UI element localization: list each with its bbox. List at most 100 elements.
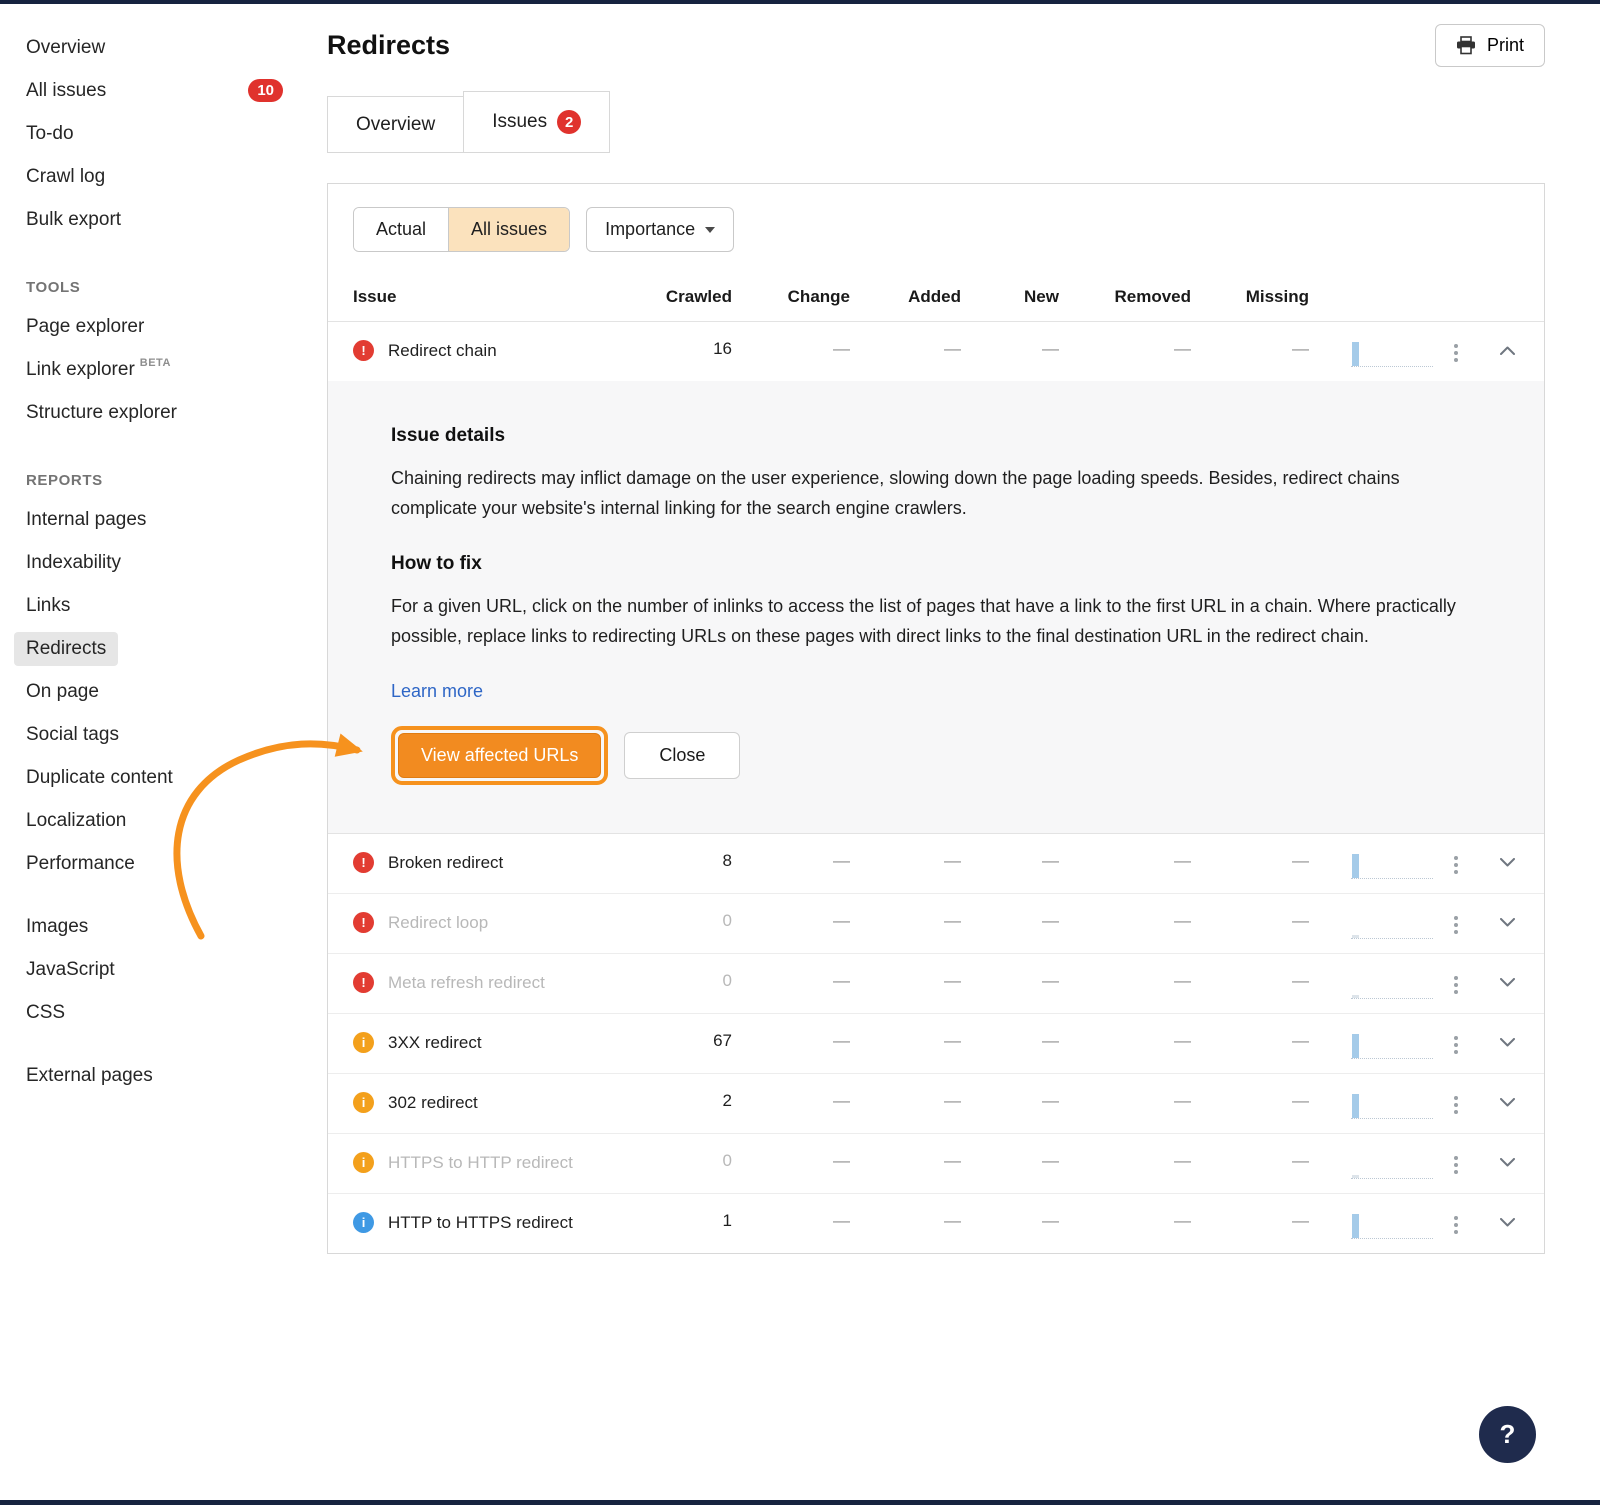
sidebar-item-link-explorer[interactable]: Link explorer BETA	[0, 348, 315, 391]
sidebar-item-todo[interactable]: To-do	[0, 112, 315, 155]
sidebar-item-redirects[interactable]: Redirects	[0, 627, 315, 670]
col-change: Change	[732, 287, 850, 307]
expand-chevron-icon[interactable]	[1479, 1091, 1519, 1107]
issue-name[interactable]: Redirect chain	[388, 339, 497, 362]
error-icon: !	[353, 912, 374, 933]
sidebar-item-bulk-export[interactable]: Bulk export	[0, 198, 315, 241]
added-value: —	[850, 911, 961, 931]
row-menu-button[interactable]	[1433, 1091, 1479, 1100]
expand-chevron-icon[interactable]	[1479, 851, 1519, 867]
table-header: Issue Crawled Change Added New Removed M…	[328, 273, 1544, 322]
row-menu-button[interactable]	[1433, 1151, 1479, 1160]
missing-value: —	[1191, 1031, 1309, 1051]
beta-tag: BETA	[140, 357, 171, 369]
expand-chevron-icon[interactable]	[1479, 1151, 1519, 1167]
sidebar-item-crawl-log[interactable]: Crawl log	[0, 155, 315, 198]
col-missing: Missing	[1191, 287, 1309, 307]
importance-dropdown[interactable]: Importance	[586, 207, 734, 252]
tab-bar: Overview Issues 2	[327, 91, 1545, 153]
issue-name[interactable]: 302 redirect	[388, 1091, 478, 1114]
crawled-count[interactable]: 1	[652, 1211, 732, 1231]
expand-chevron-icon[interactable]	[1479, 1211, 1519, 1227]
expand-chevron-icon[interactable]	[1479, 971, 1519, 987]
col-issue: Issue	[353, 287, 652, 307]
issue-name[interactable]: Meta refresh redirect	[388, 971, 545, 994]
change-value: —	[732, 339, 850, 359]
sidebar-item-external-pages[interactable]: External pages	[0, 1054, 315, 1097]
sidebar-item-structure-explorer[interactable]: Structure explorer	[0, 391, 315, 434]
info-icon: i	[353, 1212, 374, 1233]
sidebar-item-social-tags[interactable]: Social tags	[0, 713, 315, 756]
trend-sparkline	[1351, 1031, 1433, 1059]
sidebar-item-all-issues[interactable]: All issues 10	[0, 69, 315, 112]
removed-value: —	[1059, 1151, 1191, 1171]
view-affected-urls-button[interactable]: View affected URLs	[398, 733, 601, 778]
row-menu-button[interactable]	[1433, 851, 1479, 860]
sidebar-item-performance[interactable]: Performance	[0, 842, 315, 885]
new-value: —	[961, 851, 1059, 871]
tab-issues[interactable]: Issues 2	[463, 91, 610, 153]
sidebar-item-overview[interactable]: Overview	[0, 26, 315, 69]
issue-detail-panel: Issue details Chaining redirects may inf…	[328, 381, 1544, 833]
error-icon: !	[353, 972, 374, 993]
crawled-count[interactable]: 2	[652, 1091, 732, 1111]
all-issues-badge: 10	[248, 79, 283, 102]
new-value: —	[961, 1151, 1059, 1171]
print-button[interactable]: Print	[1435, 24, 1545, 67]
sidebar-item-page-explorer[interactable]: Page explorer	[0, 305, 315, 348]
tab-overview[interactable]: Overview	[327, 96, 464, 153]
trend-sparkline	[1351, 1151, 1433, 1179]
chevron-down-icon	[705, 227, 715, 233]
sidebar-item-images[interactable]: Images	[0, 905, 315, 948]
sidebar-item-on-page[interactable]: On page	[0, 670, 315, 713]
table-row: ! Redirect loop 0 — — — — —	[328, 893, 1544, 953]
crawled-count[interactable]: 8	[652, 851, 732, 871]
crawled-count[interactable]: 67	[652, 1031, 732, 1051]
sidebar-item-indexability[interactable]: Indexability	[0, 541, 315, 584]
sidebar-item-links[interactable]: Links	[0, 584, 315, 627]
missing-value: —	[1191, 339, 1309, 359]
filter-actual[interactable]: Actual	[354, 208, 448, 251]
row-menu-button[interactable]	[1433, 1031, 1479, 1040]
error-icon: !	[353, 852, 374, 873]
crawled-count[interactable]: 0	[652, 911, 732, 931]
close-button[interactable]: Close	[624, 732, 740, 779]
added-value: —	[850, 339, 961, 359]
issue-name[interactable]: HTTPS to HTTP redirect	[388, 1151, 573, 1174]
row-menu-button[interactable]	[1433, 339, 1479, 348]
issue-name[interactable]: HTTP to HTTPS redirect	[388, 1211, 573, 1234]
change-value: —	[732, 851, 850, 871]
change-value: —	[732, 971, 850, 991]
row-menu-button[interactable]	[1433, 971, 1479, 980]
new-value: —	[961, 339, 1059, 359]
added-value: —	[850, 971, 961, 991]
warning-icon: i	[353, 1032, 374, 1053]
sidebar-item-localization[interactable]: Localization	[0, 799, 315, 842]
crawled-count[interactable]: 16	[652, 339, 732, 359]
removed-value: —	[1059, 851, 1191, 871]
sidebar-item-javascript[interactable]: JavaScript	[0, 948, 315, 991]
expand-chevron-icon[interactable]	[1479, 1031, 1519, 1047]
help-button[interactable]: ?	[1479, 1406, 1536, 1463]
learn-more-link[interactable]: Learn more	[391, 681, 483, 702]
row-menu-button[interactable]	[1433, 911, 1479, 920]
new-value: —	[961, 1031, 1059, 1051]
annotation-highlight: View affected URLs	[391, 726, 608, 785]
added-value: —	[850, 851, 961, 871]
trend-sparkline	[1351, 911, 1433, 939]
collapse-chevron-icon[interactable]	[1479, 339, 1519, 355]
sidebar-item-internal-pages[interactable]: Internal pages	[0, 498, 315, 541]
crawled-count[interactable]: 0	[652, 971, 732, 991]
removed-value: —	[1059, 339, 1191, 359]
sidebar-item-css[interactable]: CSS	[0, 991, 315, 1034]
issue-name[interactable]: 3XX redirect	[388, 1031, 482, 1054]
filter-all-issues[interactable]: All issues	[448, 208, 569, 251]
sidebar-item-duplicate-content[interactable]: Duplicate content	[0, 756, 315, 799]
issue-name[interactable]: Redirect loop	[388, 911, 488, 934]
col-added: Added	[850, 287, 961, 307]
expand-chevron-icon[interactable]	[1479, 911, 1519, 927]
row-menu-button[interactable]	[1433, 1211, 1479, 1220]
removed-value: —	[1059, 1091, 1191, 1111]
crawled-count[interactable]: 0	[652, 1151, 732, 1171]
issue-name[interactable]: Broken redirect	[388, 851, 503, 874]
